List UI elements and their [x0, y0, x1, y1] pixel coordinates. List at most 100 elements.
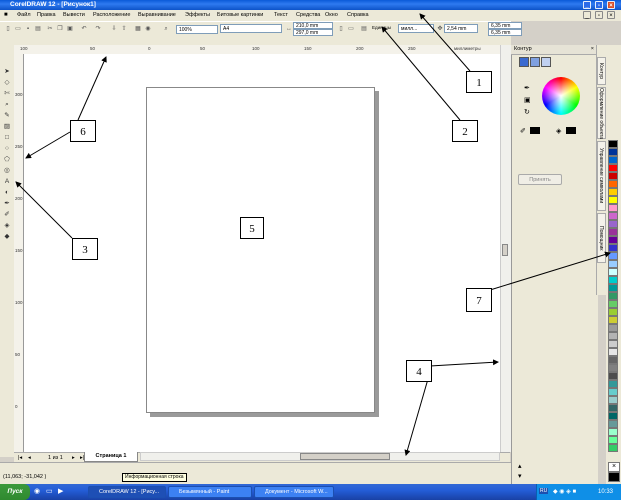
- palette-swatch[interactable]: [608, 324, 618, 332]
- palette-swatch[interactable]: [608, 268, 618, 276]
- color-model-icon[interactable]: [519, 57, 529, 67]
- palette-swatch[interactable]: [608, 276, 618, 284]
- menu-help[interactable]: Справка: [347, 10, 369, 21]
- menu-tools[interactable]: Средства: [296, 10, 320, 21]
- export-icon[interactable]: ⇧: [120, 25, 128, 33]
- docker-tab-hints[interactable]: Помощник: [597, 213, 606, 263]
- palette-swatch[interactable]: [608, 364, 618, 372]
- color-wheel[interactable]: [542, 77, 580, 115]
- outline-tool-icon[interactable]: ✐: [2, 210, 12, 219]
- import-icon[interactable]: ⇩: [110, 25, 118, 33]
- apply-button[interactable]: Принять: [518, 174, 562, 185]
- palette-swatch[interactable]: [608, 308, 618, 316]
- docker-scroll-up-icon[interactable]: ▴: [518, 462, 522, 470]
- paper-size-select[interactable]: A4: [220, 24, 282, 33]
- palette-swatch[interactable]: [608, 316, 618, 324]
- palette-swatch[interactable]: [608, 388, 618, 396]
- text-tool-icon[interactable]: A: [2, 177, 12, 186]
- palette-swatch[interactable]: [608, 148, 618, 156]
- close-button[interactable]: ×: [607, 1, 615, 9]
- palette-swatch[interactable]: [608, 436, 618, 444]
- paste-icon[interactable]: ▣: [66, 25, 74, 33]
- menu-bitmaps[interactable]: Битовые картинки: [217, 10, 263, 21]
- palette-swatch[interactable]: [608, 380, 618, 388]
- palette-swatch[interactable]: [608, 420, 618, 428]
- zoom-tool-icon[interactable]: ⌕: [2, 100, 12, 109]
- palette-swatch[interactable]: [608, 244, 618, 252]
- eyedropper-icon[interactable]: ✒: [524, 84, 530, 92]
- menu-file[interactable]: Файл: [17, 10, 31, 21]
- palette-swatch[interactable]: [608, 236, 618, 244]
- palette-swatch[interactable]: [608, 428, 618, 436]
- tray-icons[interactable]: ◆ ◉ ◈ ■: [553, 488, 576, 495]
- palette-swatch[interactable]: [608, 292, 618, 300]
- menu-effects[interactable]: Эффекты: [185, 10, 210, 21]
- palette-swatch[interactable]: [608, 204, 618, 212]
- menu-view[interactable]: Вывести: [63, 10, 85, 21]
- zoom-level-select[interactable]: 100%: [176, 25, 218, 34]
- palette-swatch[interactable]: [608, 260, 618, 268]
- all-pages-icon[interactable]: ▤: [360, 25, 368, 33]
- doc-close-button[interactable]: ×: [607, 11, 615, 19]
- vertical-ruler[interactable]: 300 250 200 150 100 50 0: [14, 54, 24, 452]
- ellipse-tool-icon[interactable]: ○: [2, 144, 12, 153]
- quick-launch-desktop-icon[interactable]: ▭: [46, 487, 53, 495]
- palette-swatch[interactable]: [608, 172, 618, 180]
- rectangle-tool-icon[interactable]: □: [2, 133, 12, 142]
- app-launcher-icon[interactable]: ▦: [134, 25, 142, 33]
- taskbar-item-coreldraw[interactable]: CorelDRAW 12 - [Рису...: [88, 486, 166, 498]
- palette-swatch[interactable]: [608, 396, 618, 404]
- palette-swatch[interactable]: [608, 332, 618, 340]
- palette-swatch[interactable]: [608, 196, 618, 204]
- palette-swatch[interactable]: [608, 404, 618, 412]
- page-tab[interactable]: Страница 1: [84, 452, 138, 462]
- palette-swatch[interactable]: [608, 340, 618, 348]
- horizontal-scroll-thumb[interactable]: [300, 453, 390, 460]
- interactive-blend-tool-icon[interactable]: ◐: [2, 188, 12, 197]
- black-swatch[interactable]: [608, 472, 620, 482]
- docker-close-icon[interactable]: ×: [591, 45, 594, 54]
- fill-bucket-icon[interactable]: ◈: [556, 127, 561, 135]
- quick-launch-media-icon[interactable]: ▶: [58, 487, 63, 495]
- palette-swatch[interactable]: [608, 212, 618, 220]
- shape-tool-icon[interactable]: ◇: [2, 78, 12, 87]
- interactive-fill-tool-icon[interactable]: ◆: [2, 232, 12, 241]
- restore-button[interactable]: ▫: [595, 1, 603, 9]
- palette-swatch[interactable]: [608, 300, 618, 308]
- palette-swatch[interactable]: [608, 252, 618, 260]
- color-viewer-icon[interactable]: [530, 57, 540, 67]
- eyedropper-tool-icon[interactable]: ✒: [2, 199, 12, 208]
- fill-color-swatch[interactable]: [566, 127, 576, 134]
- palette-swatch[interactable]: [608, 156, 618, 164]
- outline-color-swatch[interactable]: [530, 127, 540, 134]
- docker-scroll-down-icon[interactable]: ▾: [518, 472, 522, 480]
- portrait-icon[interactable]: ▯: [337, 25, 345, 33]
- docker-tab-object-properties[interactable]: Оформление объекта: [597, 87, 606, 139]
- palette-swatch[interactable]: [608, 180, 618, 188]
- no-fill-swatch[interactable]: ×: [608, 462, 620, 472]
- crop-tool-icon[interactable]: ✄: [2, 89, 12, 98]
- menu-layout[interactable]: Расположение: [93, 10, 130, 21]
- taskbar-item-paint[interactable]: Безымянный - Paint: [168, 486, 252, 498]
- palette-swatch[interactable]: [608, 348, 618, 356]
- outline-pen-icon[interactable]: ✐: [520, 127, 526, 135]
- page-height-field[interactable]: 297,0 mm: [293, 29, 333, 36]
- taskbar-item-word[interactable]: Документ - Microsoft W...: [254, 486, 334, 498]
- landscape-icon[interactable]: ▭: [347, 25, 355, 33]
- page-width-field[interactable]: 210,0 mm: [293, 22, 333, 29]
- palette-swatch[interactable]: [608, 372, 618, 380]
- doc-restore-button[interactable]: ▫: [595, 11, 603, 19]
- duplicate-y-field[interactable]: 6,35 mm: [488, 29, 522, 36]
- polygon-tool-icon[interactable]: ⬠: [2, 155, 12, 164]
- duplicate-x-field[interactable]: 6,35 mm: [488, 22, 522, 29]
- open-icon[interactable]: ▭: [14, 25, 22, 33]
- swap-icon[interactable]: ↻: [524, 108, 530, 116]
- menu-window[interactable]: Окно: [325, 10, 338, 21]
- print-icon[interactable]: ▤: [34, 25, 42, 33]
- palette-swatch[interactable]: [608, 412, 618, 420]
- palette-swatch[interactable]: [608, 140, 618, 148]
- nudge-field[interactable]: 2,54 mm: [444, 24, 478, 33]
- menu-edit[interactable]: Правка: [37, 10, 56, 21]
- palette-swatch[interactable]: [608, 220, 618, 228]
- docker-tab-symbol-manager[interactable]: Управление символами: [597, 141, 606, 211]
